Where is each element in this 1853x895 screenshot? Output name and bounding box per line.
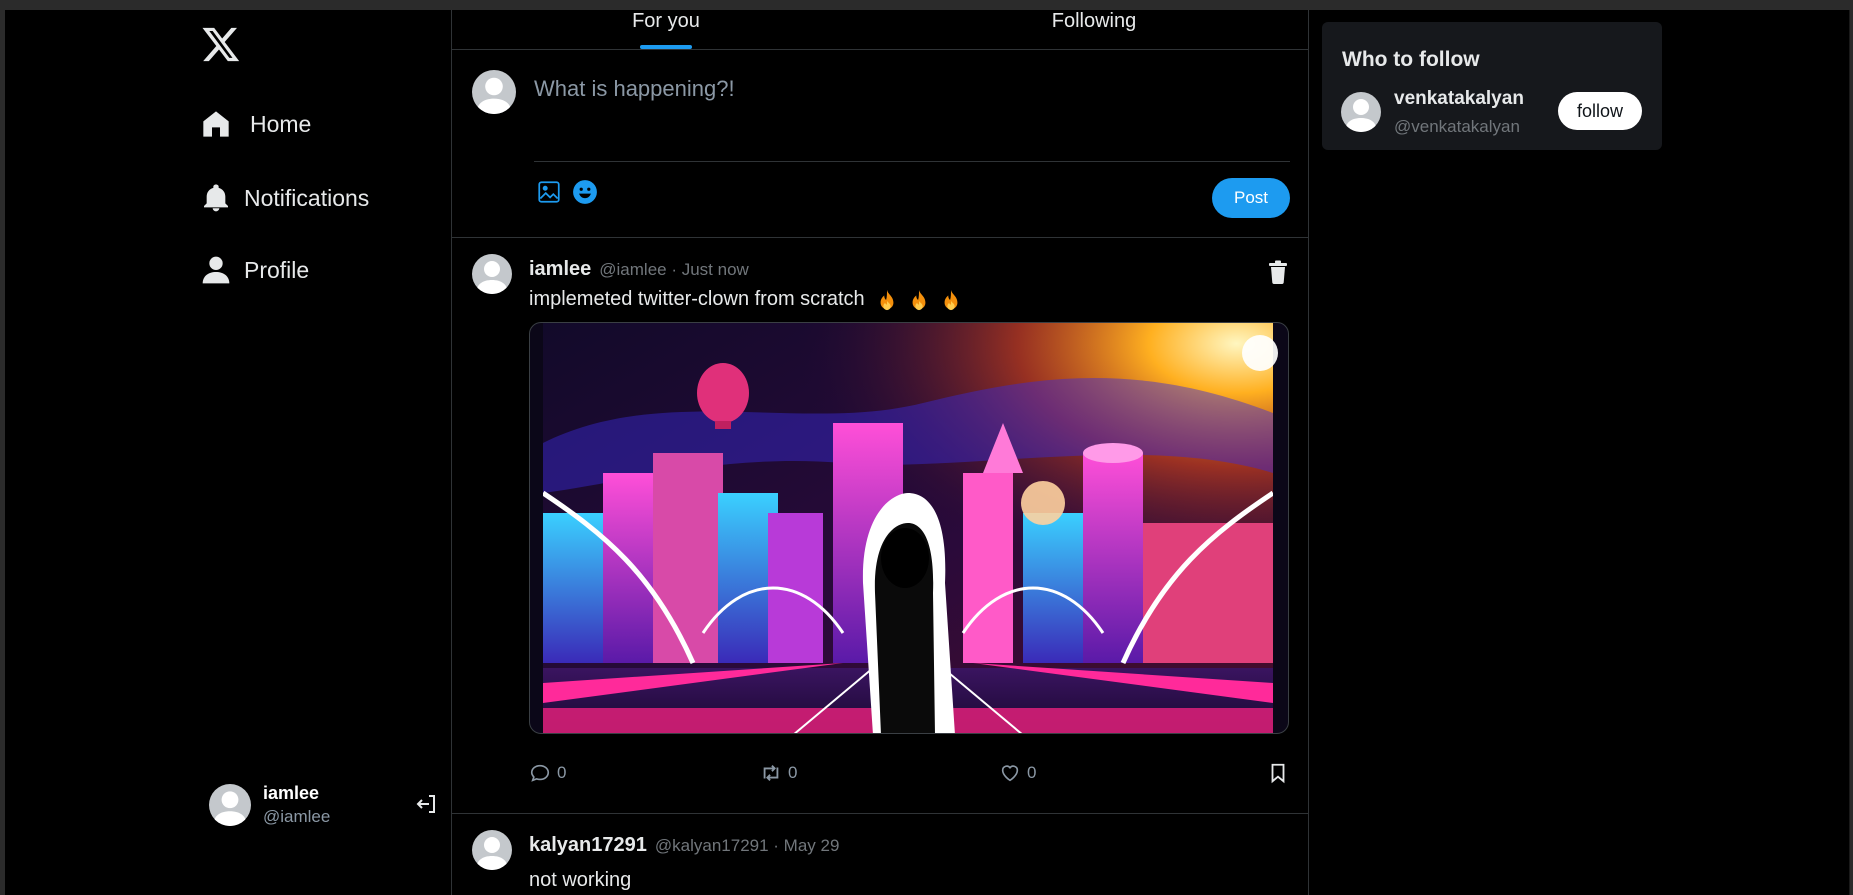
retweet-icon <box>763 765 779 781</box>
tweet-media-image[interactable] <box>529 322 1289 734</box>
nav-profile[interactable]: Profile <box>200 254 309 286</box>
account-text: iamlee @iamlee <box>263 781 330 829</box>
feed-tabs: For you Following <box>452 10 1308 50</box>
user-icon <box>476 77 512 114</box>
tweet-text: implemeted twitter-clown from scratch <box>529 288 961 311</box>
logout-icon[interactable] <box>415 792 439 816</box>
user-icon <box>476 261 508 294</box>
main-feed: For you Following Post <box>451 10 1309 895</box>
scrollbar[interactable] <box>1849 10 1850 895</box>
reply-count: 0 <box>557 763 567 782</box>
nav-home[interactable]: Home <box>200 108 311 140</box>
account-handle: @iamlee <box>263 807 331 826</box>
trash-icon[interactable] <box>1268 260 1288 284</box>
bookmark-icon <box>1271 763 1285 784</box>
user-icon <box>1345 99 1377 132</box>
app-window: Home Notifications Profile iamlee @iamle… <box>5 10 1850 895</box>
tweet-text-content: not working <box>529 869 632 891</box>
post-button[interactable]: Post <box>1212 178 1290 218</box>
nav-notifications[interactable]: Notifications <box>200 182 369 214</box>
nav-notifications-label: Notifications <box>244 184 370 211</box>
tweet-meta: @kalyan17291 · May 29 <box>654 836 840 855</box>
avatar <box>472 70 516 114</box>
retweet-button[interactable]: 0 <box>760 762 797 784</box>
tweet-meta: @iamlee · Just now <box>599 260 749 279</box>
retweet-count: 0 <box>788 763 798 782</box>
tweet-text-content: implemeted twitter-clown from scratch <box>529 288 865 310</box>
left-sidebar: Home Notifications Profile iamlee @iamle… <box>195 10 455 895</box>
tab-for-you-label: For you <box>632 10 700 32</box>
flame-icon <box>944 289 958 310</box>
avatar[interactable] <box>472 254 512 294</box>
tweet-header: kalyan17291 @kalyan17291 · May 29 <box>529 834 839 857</box>
active-tab-indicator <box>640 45 692 49</box>
composer-divider <box>534 161 1290 162</box>
like-count: 0 <box>1027 763 1037 782</box>
user-icon <box>476 837 508 870</box>
account-name: iamlee <box>263 783 320 803</box>
avatar <box>209 784 251 826</box>
bookmark-button[interactable] <box>1267 762 1289 784</box>
flame-icon <box>880 289 894 310</box>
tweet-author-name[interactable]: kalyan17291 <box>529 834 647 857</box>
avatar[interactable] <box>1341 92 1381 132</box>
user-icon <box>202 256 230 284</box>
home-icon <box>203 111 229 137</box>
reply-button[interactable]: 0 <box>529 762 566 784</box>
x-logo-icon[interactable] <box>201 24 241 64</box>
tweet-text: not working <box>529 869 631 892</box>
post-composer: Post <box>452 50 1308 238</box>
suggested-user-handle: @venkatakalyan <box>1394 117 1520 136</box>
tab-following-label: Following <box>1051 10 1137 32</box>
account-switcher[interactable]: iamlee @iamlee <box>209 780 439 830</box>
user-icon <box>213 791 247 826</box>
tab-following[interactable]: Following <box>880 10 1308 49</box>
compose-input[interactable] <box>534 76 1284 102</box>
reply-icon <box>530 764 550 782</box>
composer-tools <box>536 179 598 205</box>
follow-button[interactable]: follow <box>1558 92 1642 130</box>
tweet-actions: 0 0 0 <box>529 762 1289 788</box>
nav-home-label: Home <box>250 110 312 137</box>
suggested-user-name[interactable]: venkatakalyan <box>1394 88 1524 110</box>
tweet-author-name[interactable]: iamlee <box>529 258 591 281</box>
tweet-header: iamlee @iamlee · Just now <box>529 258 749 281</box>
scan-icon[interactable] <box>1242 335 1278 371</box>
who-to-follow-card: Who to follow venkatakalyan @venkatakaly… <box>1322 22 1662 150</box>
bell-icon <box>204 184 228 212</box>
image-icon[interactable] <box>536 179 562 205</box>
avatar[interactable] <box>472 830 512 870</box>
who-to-follow-title: Who to follow <box>1342 48 1480 71</box>
tab-for-you[interactable]: For you <box>452 10 880 49</box>
tweet[interactable]: iamlee @iamlee · Just now implemeted twi… <box>452 238 1308 814</box>
browser-top-bar <box>0 0 1853 10</box>
emoji-icon[interactable] <box>572 179 598 205</box>
nav-profile-label: Profile <box>244 256 310 283</box>
heart-icon <box>1001 765 1019 782</box>
like-button[interactable]: 0 <box>999 762 1036 784</box>
flame-icon <box>912 289 926 310</box>
neon-city-illustration <box>543 323 1273 733</box>
tweet[interactable]: kalyan17291 @kalyan17291 · May 29 not wo… <box>452 814 1308 895</box>
